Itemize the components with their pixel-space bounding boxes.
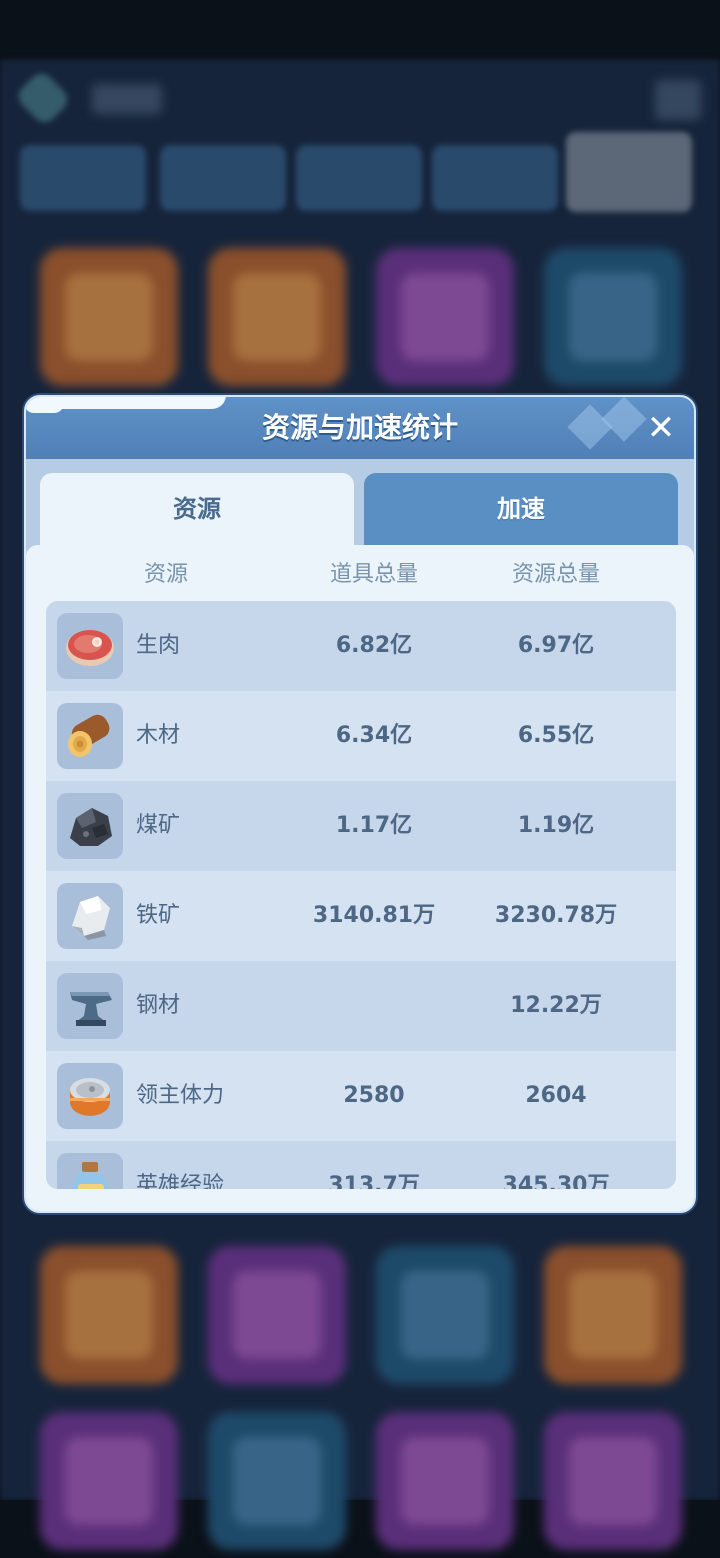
resource-name: 生肉 [136, 633, 181, 658]
resource-table-panel: 资源 道具总量 资源总量 生肉 6.82亿 6.97亿 木材 6.34亿 6.5… [26, 545, 694, 1211]
wood-log-icon [57, 703, 123, 769]
resource-total-value: 3230.78万 [494, 903, 618, 928]
tab-bar: 资源 加速 [26, 459, 694, 549]
meat-icon [57, 613, 123, 679]
table-row: 领主体力 2580 2604 [46, 1051, 676, 1141]
resource-name: 木材 [136, 723, 181, 748]
bg-item-tile [544, 248, 682, 386]
bg-tab [432, 145, 558, 211]
table-row: 煤矿 1.17亿 1.19亿 [46, 781, 676, 871]
item-total-value: 2580 [343, 1083, 405, 1108]
bg-tab-selected [566, 132, 692, 212]
close-icon[interactable]: ✕ [642, 409, 680, 447]
resource-list[interactable]: 生肉 6.82亿 6.97亿 木材 6.34亿 6.55亿 煤矿 1.17亿 1… [46, 601, 676, 1189]
table-row: 英雄经验 313.7万 345.30万 [46, 1141, 676, 1189]
resource-total-value: 1.19亿 [517, 813, 595, 838]
item-total-value [284, 961, 464, 1051]
resource-name: 铁矿 [136, 903, 181, 928]
stamina-can-icon [57, 1063, 123, 1129]
table-row: 生肉 6.82亿 6.97亿 [46, 601, 676, 691]
bg-item-tile [544, 1412, 682, 1550]
resource-total-value: 6.97亿 [517, 633, 595, 658]
item-total-value: 6.82亿 [335, 633, 413, 658]
bg-item-tile [544, 1246, 682, 1384]
bg-corner-icon [655, 80, 701, 120]
resource-total-value: 12.22万 [510, 993, 602, 1018]
resource-name: 英雄经验 [136, 1173, 225, 1189]
iron-ore-icon [57, 883, 123, 949]
bg-item-tile [376, 1246, 514, 1384]
resource-total-value: 345.30万 [502, 1173, 610, 1189]
item-total-value: 313.7万 [328, 1173, 420, 1189]
bg-tab [296, 145, 422, 211]
table-row: 钢材 12.22万 [46, 961, 676, 1051]
bg-item-tile [40, 1412, 178, 1550]
bg-top-bar [0, 0, 720, 60]
anvil-icon [57, 973, 123, 1039]
tab-speedup[interactable]: 加速 [364, 473, 678, 545]
resource-name: 钢材 [136, 993, 181, 1018]
item-total-value: 1.17亿 [335, 813, 413, 838]
bg-item-tile [208, 1412, 346, 1550]
table-row: 铁矿 3140.81万 3230.78万 [46, 871, 676, 961]
tab-resources[interactable]: 资源 [40, 473, 354, 549]
dialog-title: 资源与加速统计 [261, 411, 458, 444]
bg-item-tile [208, 248, 346, 386]
dialog-header: 资源与加速统计 ✕ [26, 397, 694, 459]
column-header-resource: 资源 [143, 562, 188, 587]
item-total-value: 3140.81万 [312, 903, 436, 928]
resource-name: 煤矿 [136, 813, 181, 838]
column-header-item-total: 道具总量 [329, 562, 418, 587]
resource-name: 领主体力 [136, 1083, 225, 1108]
exp-bottle-icon [57, 1153, 123, 1189]
bg-tab [20, 145, 146, 211]
coal-icon [57, 793, 123, 859]
table-row: 木材 6.34亿 6.55亿 [46, 691, 676, 781]
bg-item-tile [40, 1246, 178, 1384]
item-total-value: 6.34亿 [335, 723, 413, 748]
bg-item-tile [40, 248, 178, 386]
resource-total-value: 6.55亿 [517, 723, 595, 748]
bg-tab [160, 145, 286, 211]
resource-stats-dialog: 资源与加速统计 ✕ 资源 加速 资源 道具总量 资源总量 生肉 6.82亿 6.… [24, 395, 696, 1213]
bg-item-tile [376, 248, 514, 386]
resource-total-value: 2604 [525, 1083, 587, 1108]
column-header-resource-total: 资源总量 [511, 562, 600, 587]
bg-title [92, 84, 162, 114]
bg-item-tile [208, 1246, 346, 1384]
bg-item-tile [376, 1412, 514, 1550]
